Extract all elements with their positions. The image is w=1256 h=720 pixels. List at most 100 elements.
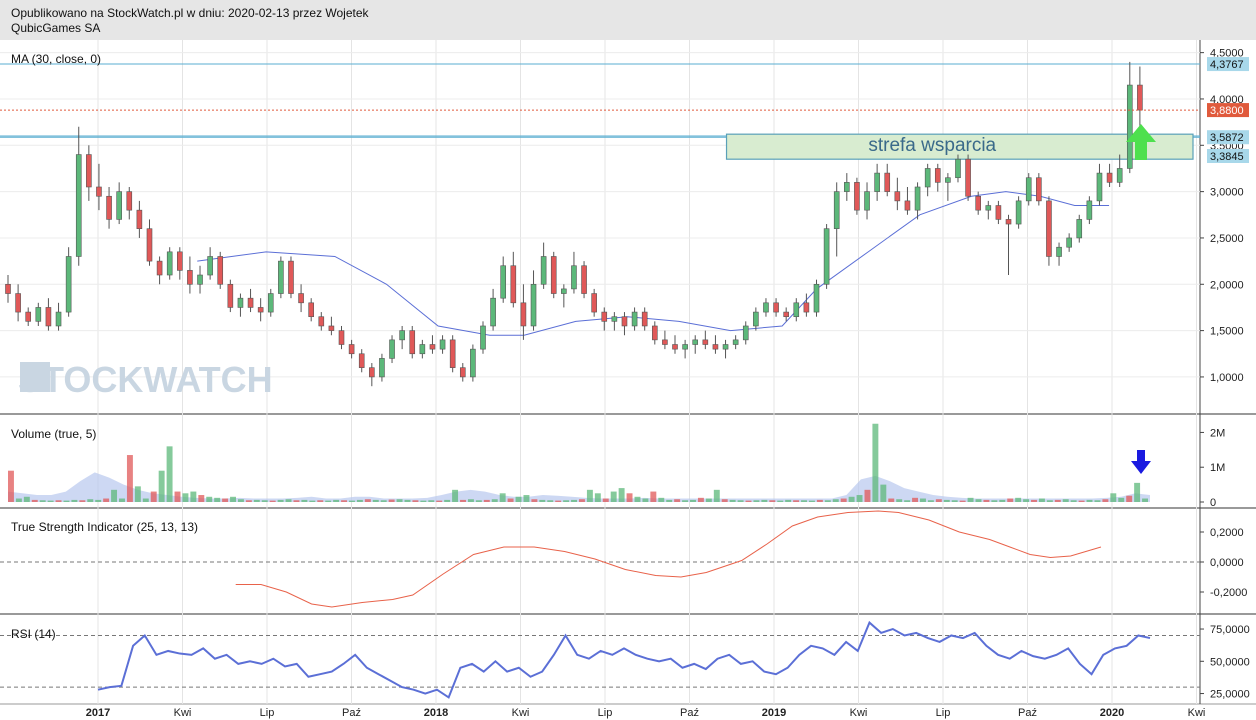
tsi-panel-title: True Strength Indicator (25, 13, 13) (11, 520, 198, 534)
candle-body (1086, 200, 1093, 220)
candle-body (197, 274, 203, 285)
rsi-line (97, 620, 1151, 699)
volume-bar (951, 500, 958, 502)
volume-bar (563, 500, 570, 502)
volume-bar (785, 499, 792, 502)
volume-bar (634, 496, 641, 502)
price-label-text: 3,5872 (1210, 132, 1244, 144)
volume-bar (245, 500, 252, 502)
volume-bar (888, 498, 895, 502)
volume-bar (904, 500, 911, 502)
volume-bar (793, 500, 800, 502)
candle-body (500, 265, 507, 299)
volume-bar (134, 486, 141, 502)
candle-body (813, 283, 820, 313)
volume-bar (840, 498, 847, 502)
volume-bar (586, 489, 593, 502)
volume-bar (1038, 498, 1045, 502)
candle-body (591, 293, 597, 313)
candle-body (187, 270, 193, 285)
candle-body (904, 200, 911, 211)
volume-bar (15, 498, 22, 502)
volume-bar (119, 498, 125, 502)
volume-bar (555, 500, 562, 502)
volume-bar (269, 500, 276, 502)
x-tick-label: Kwi (174, 707, 192, 719)
x-tick-label: 2018 (424, 707, 448, 719)
price-y-tick-label: 3,0000 (1210, 187, 1244, 199)
stockwatch-logo-icon (20, 362, 50, 392)
candle-body (550, 256, 557, 294)
x-tick-label: 2019 (762, 707, 786, 719)
rsi-y-tick-label: 50,0000 (1210, 656, 1250, 668)
volume-bar (483, 499, 490, 502)
volume-bar (467, 499, 474, 502)
candle-body (702, 339, 709, 345)
stockwatch-watermark: STOCKWATCH (18, 359, 273, 400)
candle-body (732, 339, 739, 345)
volume-bar (412, 500, 419, 502)
price-label-text: 3,3845 (1210, 151, 1244, 163)
candle-body (136, 209, 143, 229)
volume-bar (428, 500, 435, 502)
volume-bar (920, 498, 926, 502)
volume-bar (856, 495, 863, 502)
volume-bar (515, 496, 522, 502)
volume-bar (745, 500, 752, 502)
volume-bar (832, 499, 839, 502)
volume-bar (1007, 498, 1014, 502)
volume-bar (705, 498, 712, 502)
volume-y-tick-label: 0 (1210, 497, 1216, 509)
volume-bar (753, 500, 760, 502)
volume-bar (71, 499, 78, 502)
candle-body (742, 325, 749, 341)
candle-body (793, 302, 800, 318)
candle-body (65, 256, 72, 313)
candle-body (166, 251, 173, 276)
volume-bar (174, 491, 181, 502)
candle-body (389, 339, 395, 359)
candle-body (5, 283, 11, 294)
candle-body (15, 293, 21, 313)
candle-body (247, 297, 254, 308)
candle-body (156, 260, 163, 276)
candle-body (914, 186, 921, 211)
volume-bar (475, 500, 482, 502)
volume-bar (190, 491, 197, 502)
candle-body (308, 302, 314, 318)
candle-body (45, 307, 52, 327)
candle-body (641, 311, 648, 327)
candle-body (328, 325, 335, 331)
candle-body (409, 330, 416, 355)
candle-body (55, 311, 62, 327)
candle-body (854, 182, 860, 211)
x-tick-label: Kwi (1188, 707, 1206, 719)
volume-bar (610, 491, 617, 502)
candle-body (439, 339, 446, 350)
candle-body (530, 283, 537, 327)
x-tick-label: 2020 (1100, 707, 1124, 719)
candle-body (288, 260, 294, 294)
volume-bar (166, 446, 173, 502)
volume-bar (325, 500, 332, 502)
volume-bar (95, 499, 102, 502)
candle-body (257, 307, 264, 313)
candle-body (945, 177, 951, 183)
volume-bar (642, 498, 649, 502)
volume-bar (1070, 500, 1077, 502)
candle-body (763, 302, 769, 313)
volume-bar (460, 499, 466, 502)
volume-bar (801, 500, 807, 502)
volume-bar (594, 493, 601, 502)
volume-bar (697, 497, 704, 502)
candle-body (692, 339, 699, 345)
volume-bar (222, 498, 229, 502)
volume-bar (1086, 499, 1093, 502)
volume-bar (1126, 495, 1133, 502)
volume-bar (237, 499, 244, 502)
volume-y-tick-label: 2M (1210, 427, 1225, 439)
volume-bar (150, 491, 157, 502)
x-tick-label: Paź (342, 707, 361, 719)
candle-body (874, 172, 880, 192)
candle-body (894, 191, 901, 202)
